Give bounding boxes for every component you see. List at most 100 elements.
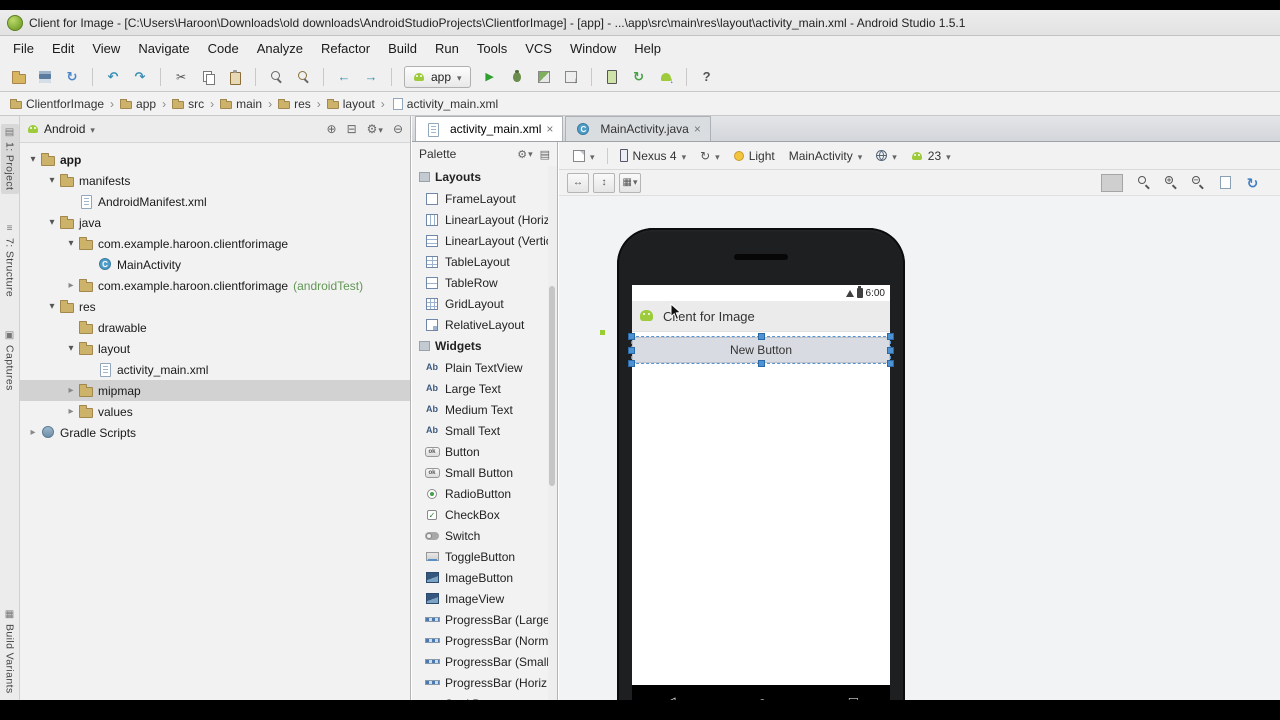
locale-selector[interactable]	[870, 145, 903, 167]
tree-item-activity-main-xml[interactable]: activity_main.xml	[20, 359, 410, 380]
stripe-button-captures[interactable]: Captures	[1, 327, 19, 395]
menu-item-window[interactable]: Window	[561, 36, 625, 62]
palette-item-imageview[interactable]: ImageView	[412, 588, 548, 609]
grid-mode-button[interactable]	[619, 172, 641, 193]
palette-item-switch[interactable]: Switch	[412, 525, 548, 546]
screen-frame-button[interactable]	[1101, 173, 1123, 192]
tree-item-drawable[interactable]: drawable	[20, 317, 410, 338]
back-button[interactable]	[332, 65, 356, 89]
expanded-arrow-icon[interactable]	[45, 301, 59, 312]
palette-item-large-text[interactable]: Large Text	[412, 378, 548, 399]
zoom-in-button[interactable]	[1160, 173, 1183, 193]
device-selector[interactable]: Nexus 4	[614, 145, 693, 167]
gradle-sync-button[interactable]	[627, 65, 651, 89]
palette-view-mode-button[interactable]	[540, 148, 550, 161]
collapsed-arrow-icon[interactable]	[64, 280, 78, 291]
expanded-arrow-icon[interactable]	[45, 217, 59, 228]
collapse-all-button[interactable]	[347, 122, 357, 136]
palette-item-linearlayout-vertic[interactable]: LinearLayout (Vertic	[412, 230, 548, 251]
debug-button[interactable]	[505, 65, 529, 89]
replace-button[interactable]	[291, 65, 315, 89]
menu-item-refactor[interactable]: Refactor	[312, 36, 379, 62]
menu-item-vcs[interactable]: VCS	[516, 36, 561, 62]
expanded-arrow-icon[interactable]	[45, 175, 59, 186]
sdk-button[interactable]	[654, 65, 678, 89]
avd-button[interactable]	[600, 65, 624, 89]
palette-item-linearlayout-horiz[interactable]: LinearLayout (Horiz	[412, 209, 548, 230]
zoom-fit-button[interactable]	[1133, 173, 1156, 193]
refresh-button[interactable]: ↻	[1241, 173, 1264, 193]
orientation-selector[interactable]	[694, 145, 726, 167]
editor-tab-activity-main-xml[interactable]: activity_main.xml	[415, 116, 564, 141]
expand-vertical-button[interactable]	[593, 172, 615, 193]
palette-item-medium-text[interactable]: Medium Text	[412, 399, 548, 420]
palette-section-widgets[interactable]: Widgets	[412, 335, 548, 357]
menu-item-view[interactable]: View	[83, 36, 129, 62]
tree-item-androidmanifest-xml[interactable]: AndroidManifest.xml	[20, 191, 410, 212]
palette-item-progressbar-norm[interactable]: ProgressBar (Norm	[412, 630, 548, 651]
breadcrumb-item-clientforimage[interactable]: ClientforImage	[8, 97, 106, 111]
close-tab-icon[interactable]	[546, 123, 553, 135]
palette-item-tablelayout[interactable]: TableLayout	[412, 251, 548, 272]
coverage-button[interactable]	[532, 65, 556, 89]
menu-item-code[interactable]: Code	[199, 36, 248, 62]
expanded-arrow-icon[interactable]	[64, 343, 78, 354]
palette-item-imagebutton[interactable]: ImageButton	[412, 567, 548, 588]
new-button-widget[interactable]: New Button	[632, 337, 890, 363]
tree-item-values[interactable]: values	[20, 401, 410, 422]
menu-item-tools[interactable]: Tools	[468, 36, 516, 62]
tree-item-com-example-haroon-clientforimage[interactable]: com.example.haroon.clientforimage	[20, 233, 410, 254]
undo-button[interactable]	[101, 65, 125, 89]
palette-item-gridlayout[interactable]: GridLayout	[412, 293, 548, 314]
theme-selector[interactable]: Light	[728, 145, 781, 167]
breadcrumb-item-app[interactable]: app	[118, 97, 158, 111]
scrollbar-thumb[interactable]	[549, 286, 555, 486]
preview-button[interactable]	[1214, 173, 1237, 193]
breadcrumb-item-activity-main-xml[interactable]: activity_main.xml	[389, 97, 500, 111]
menu-item-file[interactable]: File	[4, 36, 43, 62]
palette-section-layouts[interactable]: Layouts	[412, 166, 548, 188]
breadcrumb-item-res[interactable]: res	[276, 97, 313, 111]
tree-item-layout[interactable]: layout	[20, 338, 410, 359]
palette-scrollbar[interactable]	[548, 166, 557, 700]
api-selector[interactable]: 23	[905, 145, 957, 167]
breadcrumb-item-main[interactable]: main	[218, 97, 264, 111]
sync-button[interactable]	[60, 65, 84, 89]
run-button[interactable]	[478, 65, 502, 89]
breadcrumb-item-src[interactable]: src	[170, 97, 206, 111]
tree-item-gradle-scripts[interactable]: Gradle Scripts	[20, 422, 410, 443]
palette-item-small-button[interactable]: Small Button	[412, 462, 548, 483]
redo-button[interactable]	[128, 65, 152, 89]
tree-item-com-example-haroon-clientforimage-androidtest[interactable]: com.example.haroon.clientforimage (androi…	[20, 275, 410, 296]
palette-item-tablerow[interactable]: TableRow	[412, 272, 548, 293]
palette-item-relativelayout[interactable]: RelativeLayout	[412, 314, 548, 335]
forward-button[interactable]	[359, 65, 383, 89]
tree-item-mipmap[interactable]: mipmap	[20, 380, 410, 401]
palette-item-progressbar-large[interactable]: ProgressBar (Large	[412, 609, 548, 630]
help-button[interactable]	[695, 65, 719, 89]
attach-button[interactable]	[559, 65, 583, 89]
menu-item-help[interactable]: Help	[625, 36, 670, 62]
palette-item-plain-textview[interactable]: Plain TextView	[412, 357, 548, 378]
stripe-button-7-structure[interactable]: 7: Structure	[1, 220, 19, 301]
find-button[interactable]	[264, 65, 288, 89]
palette-item-button[interactable]: Button	[412, 441, 548, 462]
save-button[interactable]	[33, 65, 57, 89]
run-config-selector[interactable]: app	[404, 65, 471, 88]
design-canvas[interactable]: 6:00 Client for Image New Button	[559, 196, 1280, 700]
copy-button[interactable]	[196, 65, 220, 89]
menu-item-build[interactable]: Build	[379, 36, 426, 62]
palette-settings-button[interactable]	[517, 148, 532, 161]
editor-tab-mainactivity-java[interactable]: MainActivity.java	[565, 116, 711, 141]
palette-item-progressbar-small[interactable]: ProgressBar (Small	[412, 651, 548, 672]
palette-item-small-text[interactable]: Small Text	[412, 420, 548, 441]
configuration-button[interactable]	[567, 145, 601, 167]
menu-item-analyze[interactable]: Analyze	[248, 36, 312, 62]
project-view-selector[interactable]: Android	[27, 122, 95, 136]
device-screen[interactable]: 6:00 Client for Image New Button	[628, 285, 894, 700]
collapsed-arrow-icon[interactable]	[26, 427, 40, 438]
palette-item-progressbar-horiz[interactable]: ProgressBar (Horiz	[412, 672, 548, 693]
palette-item-radiobutton[interactable]: RadioButton	[412, 483, 548, 504]
stripe-button-1-project[interactable]: 1: Project	[0, 124, 19, 195]
menu-item-navigate[interactable]: Navigate	[129, 36, 198, 62]
